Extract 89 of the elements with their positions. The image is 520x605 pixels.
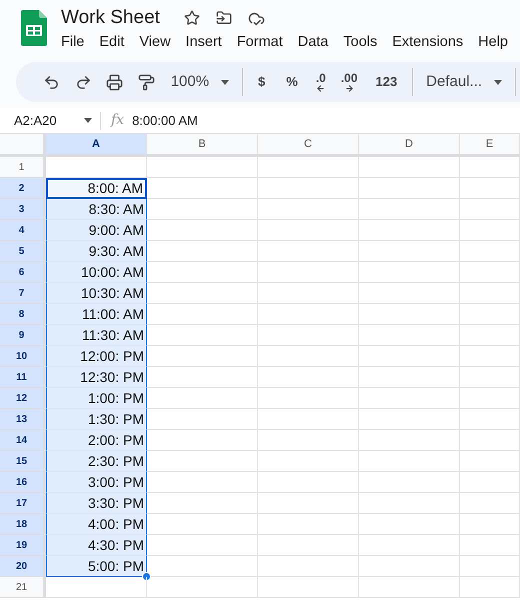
row-header[interactable]: 19 (0, 535, 46, 556)
function-icon: fx (111, 110, 124, 131)
dropdown-button[interactable]: Defaul... (418, 68, 510, 96)
decimal-button[interactable]: .0 (308, 68, 333, 96)
star-icon[interactable] (184, 10, 200, 26)
table-cell (460, 388, 520, 409)
formula-input[interactable]: 8:00:00 AM (132, 110, 520, 130)
table-cell: 3:00: PM (46, 472, 147, 493)
caret-icon (494, 80, 502, 84)
table-cell (460, 304, 520, 325)
table-cell (460, 430, 520, 451)
table-cell (460, 241, 520, 262)
menu-item[interactable]: Extensions (385, 32, 470, 52)
table-cell (460, 577, 520, 598)
table-cell: 10:30: AM (46, 283, 147, 304)
folder-icon[interactable] (216, 10, 232, 26)
table-cell (460, 472, 520, 493)
row-header[interactable]: 1 (0, 157, 46, 178)
table-cell (460, 514, 520, 535)
table-cell (460, 199, 520, 220)
row-header[interactable]: 2 (0, 178, 46, 199)
caret-icon (84, 118, 92, 123)
table-cell (460, 493, 520, 514)
table-cell: 11:30: AM (46, 325, 147, 346)
table-cell: 12:00: PM (46, 346, 147, 367)
menu-item[interactable]: File (59, 32, 92, 52)
row-header[interactable]: 16 (0, 472, 46, 493)
row-header[interactable]: 20 (0, 556, 46, 577)
table-cell: 1:00: PM (46, 388, 147, 409)
row-header[interactable]: 8 (0, 304, 46, 325)
table-cell: 11:00: AM (46, 304, 147, 325)
table-cell (460, 535, 520, 556)
table-cell (460, 283, 520, 304)
table-cell: 4:30: PM (46, 535, 147, 556)
menu-item[interactable]: Tools (336, 32, 384, 52)
table-cell: 2:00: PM (46, 430, 147, 451)
table-cell (460, 367, 520, 388)
left-arrow-icon (316, 84, 326, 92)
table-cell (460, 220, 520, 241)
table-cell (460, 409, 520, 430)
row-header[interactable]: 12 (0, 388, 46, 409)
document-title[interactable]: Work Sheet (61, 6, 160, 30)
table-cell: 8:00: AM (46, 178, 147, 199)
menu-item[interactable]: View (132, 32, 178, 52)
table-cell: 3:30: PM (46, 493, 147, 514)
menu-item[interactable]: Format (230, 32, 290, 52)
row-header[interactable]: 10 (0, 346, 46, 367)
name-box[interactable]: A2:A20 (0, 108, 100, 133)
table-cell (460, 178, 520, 199)
spreadsheet-logo-icon (21, 10, 47, 46)
format-button[interactable]: 123 (366, 68, 408, 96)
format-button[interactable]: % (276, 68, 308, 96)
row-header[interactable]: 11 (0, 367, 46, 388)
table-cell: 4:00: PM (46, 514, 147, 535)
row-header[interactable]: 9 (0, 325, 46, 346)
row-header[interactable]: 3 (0, 199, 46, 220)
row-header[interactable]: 14 (0, 430, 46, 451)
format-button[interactable]: $ (248, 68, 276, 96)
table-cell (460, 325, 520, 346)
table-cell: 9:00: AM (46, 220, 147, 241)
menu-item[interactable]: Edit (92, 32, 132, 52)
menu-item[interactable]: Insert (178, 32, 229, 52)
table-cell: 10:00: AM (46, 262, 147, 283)
decimal-button[interactable]: .00 (334, 68, 365, 96)
table-cell (460, 262, 520, 283)
fill-handle[interactable] (142, 572, 151, 581)
row-header[interactable]: 5 (0, 241, 46, 262)
menu-item[interactable]: Help (471, 32, 515, 52)
caret-icon (221, 80, 230, 84)
column-header[interactable]: A (46, 134, 147, 154)
row-header[interactable]: 6 (0, 262, 46, 283)
table-cell: 8:30: AM (46, 199, 147, 220)
row-header[interactable]: 4 (0, 220, 46, 241)
table-cell (460, 556, 520, 577)
table-cell: 9:30: AM (46, 241, 147, 262)
right-arrow-icon (344, 84, 354, 92)
menu-item[interactable]: Data (290, 32, 336, 52)
row-header[interactable]: 17 (0, 493, 46, 514)
row-header[interactable]: 7 (0, 283, 46, 304)
table-cell: 1:30: PM (46, 409, 147, 430)
table-cell: 12:30: PM (46, 367, 147, 388)
row-header[interactable]: 21 (0, 577, 46, 598)
dropdown-button[interactable]: 100% (162, 68, 238, 96)
table-cell (460, 451, 520, 472)
row-header[interactable]: 18 (0, 514, 46, 535)
table-cell (460, 346, 520, 367)
table-cell: 2:30: PM (46, 451, 147, 472)
row-header[interactable]: 15 (0, 451, 46, 472)
row-header[interactable]: 13 (0, 409, 46, 430)
